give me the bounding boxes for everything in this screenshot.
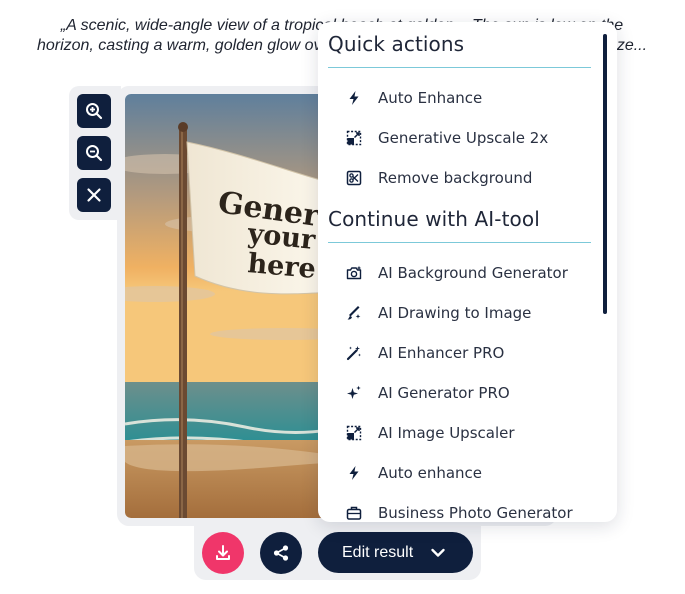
brush-sparkle-icon — [346, 305, 362, 321]
menu-item-generative-upscale[interactable]: Generative Upscale 2x — [346, 123, 586, 153]
sparkles-icon — [346, 385, 362, 401]
download-button[interactable] — [202, 532, 244, 574]
chevron-down-icon — [431, 548, 445, 557]
edit-result-menu: Quick actions Auto Enhance Generative Up… — [318, 22, 617, 522]
section-divider — [328, 242, 591, 243]
menu-item-label: AI Generator PRO — [378, 384, 510, 402]
menu-item-ai-generator-pro[interactable]: AI Generator PRO — [346, 378, 586, 408]
edit-result-button[interactable]: Edit result — [318, 532, 473, 573]
edit-result-label: Edit result — [342, 543, 414, 561]
menu-scrollbar[interactable] — [603, 34, 607, 510]
menu-item-label: AI Drawing to Image — [378, 304, 532, 322]
briefcase-icon — [346, 505, 362, 521]
zoom-out-icon — [86, 145, 103, 162]
section-title-continue-ai-tool: Continue with AI-tool — [328, 207, 540, 231]
download-icon — [216, 545, 230, 560]
menu-item-label: AI Enhancer PRO — [378, 344, 505, 362]
menu-item-label: AI Image Upscaler — [378, 424, 515, 442]
menu-item-label: Business Photo Generator — [378, 504, 573, 522]
upscale-icon — [346, 425, 362, 441]
zoom-in-icon — [86, 103, 103, 120]
menu-item-label: Remove background — [378, 169, 533, 187]
section-divider — [328, 67, 591, 68]
menu-item-auto-enhance-tool[interactable]: Auto enhance — [346, 458, 586, 488]
camera-sparkle-icon — [346, 265, 362, 281]
menu-item-label: Generative Upscale 2x — [378, 129, 549, 147]
menu-scrollbar-thumb[interactable] — [603, 34, 607, 314]
menu-item-label: Auto Enhance — [378, 89, 483, 107]
menu-item-ai-background-generator[interactable]: AI Background Generator — [346, 258, 586, 288]
menu-item-ai-drawing-to-image[interactable]: AI Drawing to Image — [346, 298, 586, 328]
share-button[interactable] — [260, 532, 302, 574]
menu-scroll-area[interactable]: Quick actions Auto Enhance Generative Up… — [318, 22, 603, 522]
lightning-icon — [346, 465, 362, 481]
close-icon — [87, 188, 101, 202]
close-preview-button[interactable] — [77, 178, 111, 212]
menu-item-auto-enhance[interactable]: Auto Enhance — [346, 83, 586, 113]
upscale-icon — [346, 130, 362, 146]
zoom-out-button[interactable] — [77, 136, 111, 170]
lightning-icon — [346, 90, 362, 106]
menu-item-ai-enhancer-pro[interactable]: AI Enhancer PRO — [346, 338, 586, 368]
remove-bg-icon — [346, 170, 362, 186]
share-icon — [273, 545, 289, 561]
menu-item-business-photo-generator[interactable]: Business Photo Generator — [346, 498, 586, 522]
magic-wand-icon — [346, 345, 362, 361]
menu-item-label: AI Background Generator — [378, 264, 568, 282]
flag-text-line-3: here — [246, 248, 317, 285]
zoom-in-button[interactable] — [77, 94, 111, 128]
section-title-quick-actions: Quick actions — [328, 32, 465, 56]
menu-item-remove-background[interactable]: Remove background — [346, 163, 586, 193]
menu-item-ai-image-upscaler[interactable]: AI Image Upscaler — [346, 418, 586, 448]
menu-item-label: Auto enhance — [378, 464, 483, 482]
